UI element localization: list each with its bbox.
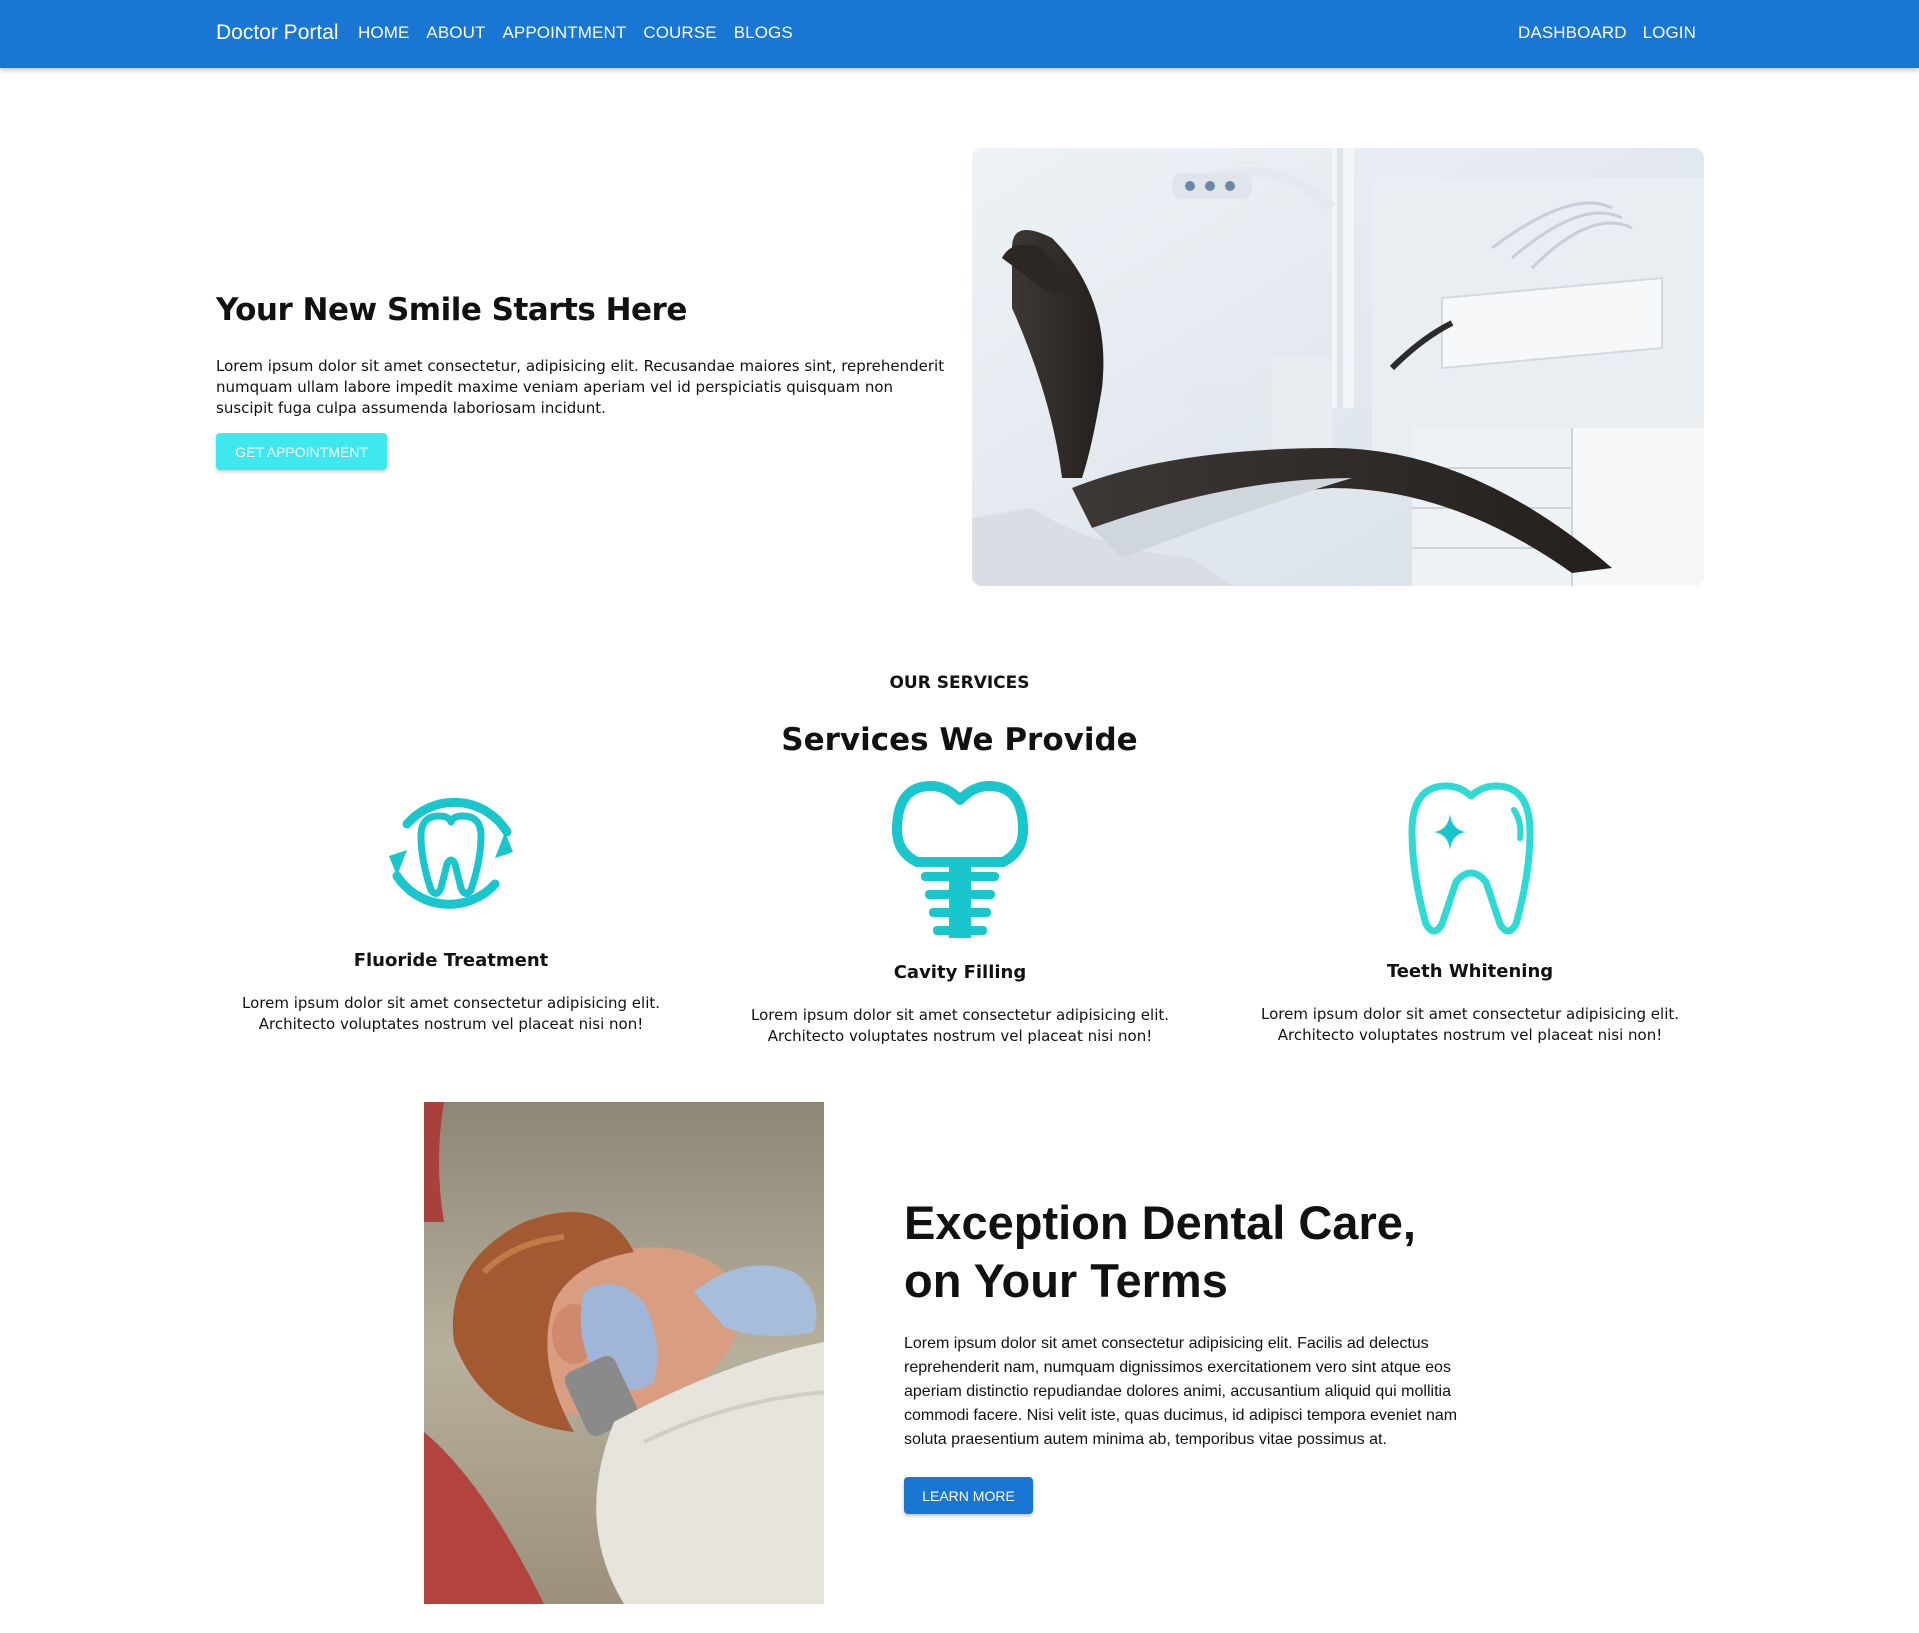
- service-card-whitening: Teeth Whitening Lorem ipsum dolor sit am…: [1230, 778, 1710, 1050]
- service-card-cavity: Cavity Filling Lorem ipsum dolor sit ame…: [720, 778, 1200, 1050]
- patient-checkup-image: [424, 1102, 824, 1604]
- service-name: Fluoride Treatment: [353, 950, 549, 971]
- hero-description: Lorem ipsum dolor sit amet consectetur, …: [216, 357, 945, 417]
- service-description: Lorem ipsum dolor sit amet consectetur a…: [750, 1006, 1170, 1045]
- dental-chair-image: [972, 148, 1704, 586]
- service-description: Lorem ipsum dolor sit amet consectetur a…: [241, 994, 661, 1033]
- account-nav: DASHBOARD LOGIN: [1518, 23, 1696, 43]
- nav-about-link[interactable]: ABOUT: [426, 23, 485, 43]
- nav-dashboard-link[interactable]: DASHBOARD: [1518, 23, 1627, 43]
- service-card-fluoride: Fluoride Treatment Lorem ipsum dolor sit…: [211, 780, 691, 1040]
- service-name: Teeth Whitening: [1386, 961, 1554, 982]
- sparkle-tooth-icon: [1398, 778, 1544, 945]
- dental-implant-icon: [887, 778, 1033, 945]
- hero-title: Your New Smile Starts Here: [216, 292, 687, 328]
- care-title: Exception Dental Care, on Your Terms: [904, 1196, 1416, 1307]
- nav-login-link[interactable]: LOGIN: [1643, 23, 1696, 43]
- get-appointment-button[interactable]: GET APPOINTMENT: [216, 433, 387, 470]
- tooth-refresh-icon: [377, 780, 525, 933]
- learn-more-button[interactable]: LEARN MORE: [904, 1477, 1033, 1514]
- services-eyebrow: OUR SERVICES: [889, 673, 1030, 693]
- nav-appointment-link[interactable]: APPOINTMENT: [502, 23, 626, 43]
- top-navbar: Doctor Portal HOME ABOUT APPOINTMENT COU…: [0, 0, 1919, 68]
- service-name: Cavity Filling: [893, 962, 1027, 983]
- services-title: Services We Provide: [781, 722, 1138, 758]
- nav-blogs-link[interactable]: BLOGS: [734, 23, 793, 43]
- primary-nav: HOME ABOUT APPOINTMENT COURSE BLOGS: [358, 23, 793, 43]
- service-description: Lorem ipsum dolor sit amet consectetur a…: [1260, 1005, 1680, 1044]
- nav-course-link[interactable]: COURSE: [643, 23, 716, 43]
- care-description: Lorem ipsum dolor sit amet consectetur a…: [904, 1335, 1458, 1448]
- brand-link[interactable]: Doctor Portal: [216, 21, 339, 45]
- nav-home-link[interactable]: HOME: [358, 23, 409, 43]
